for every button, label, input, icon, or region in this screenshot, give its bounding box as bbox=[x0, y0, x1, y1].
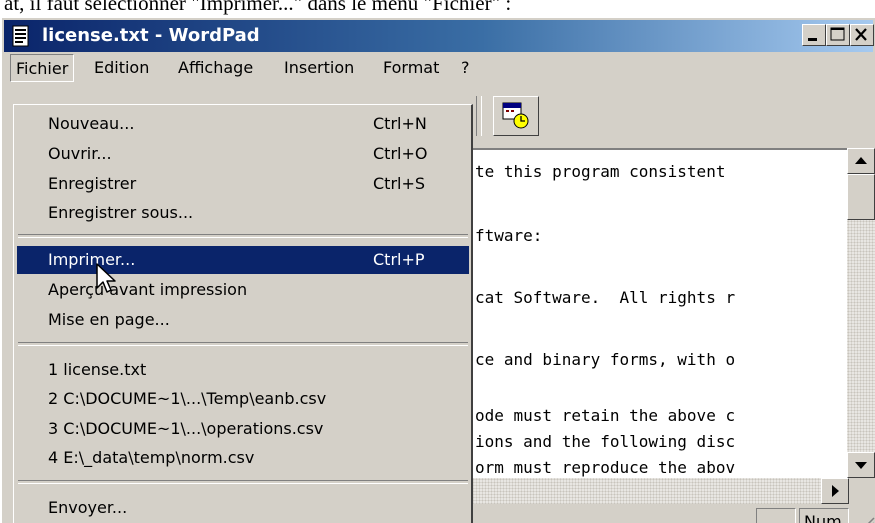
menu-item-print[interactable]: Imprimer... Ctrl+P bbox=[17, 246, 469, 274]
document-line: orm must reproduce the abov bbox=[475, 458, 736, 477]
vertical-scroll-thumb[interactable] bbox=[847, 174, 875, 220]
maximize-button[interactable] bbox=[826, 24, 850, 46]
close-icon bbox=[855, 28, 867, 41]
resize-grip-icon[interactable] bbox=[857, 514, 875, 523]
menu-item-recent-file[interactable]: 3 C:\DOCUME~1\...\operations.csv bbox=[17, 415, 469, 443]
menu-insertion[interactable]: Insertion bbox=[279, 54, 359, 82]
menu-item-open[interactable]: Ouvrir... Ctrl+O bbox=[17, 140, 469, 168]
status-panel-empty bbox=[756, 508, 796, 523]
menu-format[interactable]: Format bbox=[378, 54, 444, 82]
menu-fichier[interactable]: Fichier bbox=[10, 54, 75, 82]
wordpad-window: license.txt - WordPad Fichier Edition Af… bbox=[0, 16, 875, 523]
maximize-icon bbox=[830, 27, 845, 41]
menu-separator bbox=[18, 234, 468, 238]
document-line: ftware: bbox=[475, 226, 543, 245]
arrow-down-icon bbox=[855, 462, 867, 469]
document-line: ce and binary forms, with o bbox=[475, 350, 736, 369]
document-area[interactable]: te this program consistent ftware: cat S… bbox=[472, 148, 847, 478]
mouse-pointer-icon bbox=[96, 263, 116, 293]
menu-edition[interactable]: Edition bbox=[89, 54, 154, 82]
menu-help[interactable]: ? bbox=[456, 54, 475, 82]
minimize-icon bbox=[808, 38, 817, 41]
menu-item-print-preview[interactable]: Aperçu avant impression bbox=[17, 276, 469, 304]
menu-separator bbox=[18, 342, 468, 346]
toolbar-separator bbox=[476, 96, 482, 136]
menu-item-page-setup[interactable]: Mise en page... bbox=[17, 306, 469, 334]
vertical-scrollbar[interactable] bbox=[847, 148, 875, 478]
menu-item-save-as[interactable]: Enregistrer sous... bbox=[17, 199, 469, 227]
menu-bar: Fichier Edition Affichage Insertion Form… bbox=[4, 54, 875, 82]
minimize-button[interactable] bbox=[802, 24, 826, 46]
menu-affichage[interactable]: Affichage bbox=[173, 54, 258, 82]
menu-item-save[interactable]: Enregistrer Ctrl+S bbox=[17, 170, 469, 198]
arrow-up-icon bbox=[855, 157, 867, 164]
scroll-right-button[interactable] bbox=[821, 478, 849, 504]
document-line: ions and the following disc bbox=[475, 432, 736, 451]
document-line: cat Software. All rights r bbox=[475, 288, 736, 307]
file-menu-dropdown: Nouveau... Ctrl+N Ouvrir... Ctrl+O Enreg… bbox=[13, 104, 473, 523]
menu-item-recent-file[interactable]: 1 license.txt bbox=[17, 356, 469, 384]
menu-separator bbox=[18, 480, 468, 484]
arrow-right-icon bbox=[832, 485, 839, 497]
status-panel-numlock: Num bbox=[799, 508, 849, 523]
menu-item-send[interactable]: Envoyer... bbox=[17, 494, 469, 522]
window-title: license.txt - WordPad bbox=[42, 25, 260, 46]
date-time-button[interactable] bbox=[493, 96, 539, 136]
horizontal-scrollbar[interactable] bbox=[472, 478, 849, 504]
instruction-caption: at, il faut sélectionner "Imprimer..." d… bbox=[4, 0, 512, 15]
close-button[interactable] bbox=[850, 24, 874, 46]
title-bar[interactable]: license.txt - WordPad bbox=[4, 20, 874, 52]
date-time-icon bbox=[502, 102, 529, 129]
document-icon bbox=[12, 25, 29, 47]
scroll-down-button[interactable] bbox=[847, 452, 875, 478]
document-line: ode must retain the above c bbox=[475, 406, 736, 425]
menu-item-new[interactable]: Nouveau... Ctrl+N bbox=[17, 110, 469, 138]
menu-item-recent-file[interactable]: 2 C:\DOCUME~1\...\Temp\eanb.csv bbox=[17, 385, 469, 413]
document-line: te this program consistent bbox=[475, 162, 726, 181]
scroll-up-button[interactable] bbox=[847, 148, 875, 174]
status-bar: Num bbox=[472, 504, 875, 523]
menu-item-recent-file[interactable]: 4 E:\_data\temp\norm.csv bbox=[17, 444, 469, 472]
